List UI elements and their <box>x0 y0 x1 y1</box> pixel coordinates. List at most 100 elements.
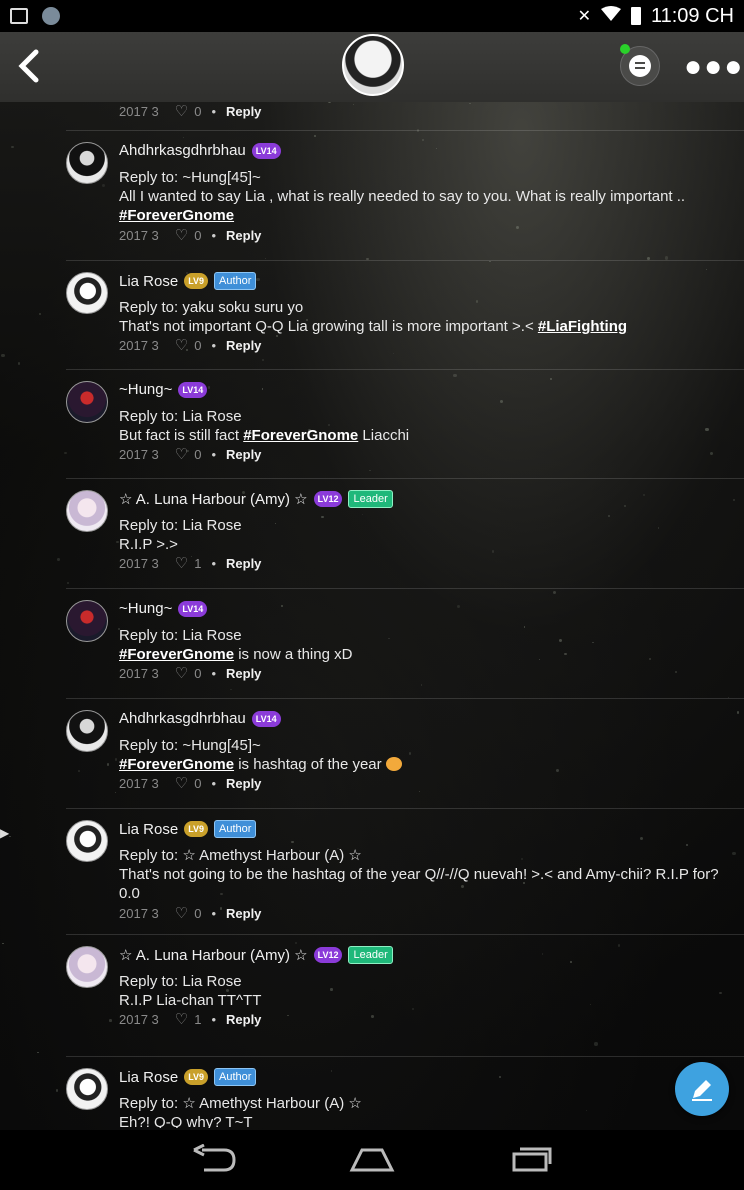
group-avatar[interactable] <box>342 34 404 96</box>
level-badge: LV12 <box>313 947 343 963</box>
username[interactable]: ~Hung~ <box>119 381 172 398</box>
edit-pencil-icon[interactable] <box>675 1062 729 1116</box>
dot-separator: • <box>211 227 217 243</box>
hashtag-link[interactable]: #ForeverGnome <box>119 207 234 224</box>
reply-to-text: Reply to: yaku soku suru yo <box>119 299 304 316</box>
hashtag-link[interactable]: #LiaFighting <box>538 318 627 335</box>
nav-home-icon[interactable] <box>348 1146 396 1179</box>
level-badge: LV9 <box>184 273 209 289</box>
reply-button[interactable]: Reply <box>226 104 261 119</box>
back-arrow-icon[interactable] <box>14 46 48 86</box>
level-badge: LV9 <box>184 1069 209 1085</box>
username[interactable]: Lia Rose <box>119 821 178 838</box>
comment-text: Eh?! Q-Q why? T~T <box>119 1114 253 1128</box>
nav-back-icon[interactable] <box>190 1143 238 1179</box>
user-avatar[interactable] <box>66 946 108 988</box>
more-dots-icon[interactable]: ●●● <box>684 50 744 84</box>
comment-actions: 2017 3 ♡ 0 • Reply <box>119 226 261 244</box>
comment-separator <box>66 130 744 131</box>
like-count: 0 <box>194 337 202 353</box>
comment-text: That's not important Q-Q Lia growing tal… <box>119 318 628 335</box>
heart-icon[interactable]: ♡ <box>175 226 188 244</box>
comment-date: 2017 3 <box>119 103 159 119</box>
comment-separator <box>66 808 744 809</box>
reply-button[interactable]: Reply <box>226 228 261 243</box>
gallery-icon <box>10 8 28 24</box>
comment-actions: 2017 3 ♡ 0 • Reply <box>119 102 261 120</box>
hashtag-link[interactable]: #ForeverGnome <box>243 427 358 444</box>
heart-icon[interactable]: ♡ <box>175 102 188 120</box>
hashtag-link[interactable]: #ForeverGnome <box>119 756 234 773</box>
dot-separator: • <box>211 555 217 571</box>
reply-button[interactable]: Reply <box>226 447 261 462</box>
comment-date: 2017 3 <box>119 555 159 571</box>
heart-icon[interactable]: ♡ <box>175 336 188 354</box>
level-badge: LV14 <box>178 600 208 617</box>
comment-date: 2017 3 <box>119 227 159 243</box>
level-badge: LV14 <box>251 142 281 159</box>
heart-icon[interactable]: ♡ <box>175 774 188 792</box>
comment-feed[interactable]: 2017 3 ♡ 0 • Reply Ahdhrkasgdhrbhau LV14… <box>0 102 744 1128</box>
reply-to-text: Reply to: ☆ Amethyst Harbour (A) ☆ <box>119 1095 362 1112</box>
heart-icon[interactable]: ♡ <box>175 664 188 682</box>
user-avatar[interactable] <box>66 490 108 532</box>
online-indicator <box>620 44 630 54</box>
username[interactable]: Lia Rose <box>119 273 178 290</box>
like-count: 0 <box>194 905 202 921</box>
user-avatar[interactable] <box>66 1068 108 1110</box>
comment-text: All I wanted to say Lia , what is really… <box>119 188 686 224</box>
reply-button[interactable]: Reply <box>226 906 261 921</box>
reply-button[interactable]: Reply <box>226 1012 261 1027</box>
user-avatar[interactable] <box>66 710 108 752</box>
comment-actions: 2017 3 ♡ 0 • Reply <box>119 336 261 354</box>
comment-actions: 2017 3 ♡ 0 • Reply <box>119 774 261 792</box>
reply-button[interactable]: Reply <box>226 666 261 681</box>
comment-date: 2017 3 <box>119 665 159 681</box>
comment-date: 2017 3 <box>119 446 159 462</box>
username[interactable]: ☆ A. Luna Harbour (Amy) ☆ <box>119 946 308 964</box>
like-count: 0 <box>194 446 202 462</box>
comment-text: #ForeverGnome is now a thing xD <box>119 646 353 663</box>
like-count: 0 <box>194 775 202 791</box>
heart-icon[interactable]: ♡ <box>175 445 188 463</box>
comment-date: 2017 3 <box>119 1011 159 1027</box>
user-avatar[interactable] <box>66 820 108 862</box>
username[interactable]: ☆ A. Luna Harbour (Amy) ☆ <box>119 490 308 508</box>
heart-icon[interactable]: ♡ <box>175 904 188 922</box>
comment-separator <box>66 934 744 935</box>
app-header: ●●● <box>0 32 744 102</box>
level-badge: LV12 <box>313 491 343 507</box>
heart-icon[interactable]: ♡ <box>175 554 188 572</box>
comment-actions: 2017 3 ♡ 0 • Reply <box>119 904 261 922</box>
reply-button[interactable]: Reply <box>226 556 261 571</box>
heart-icon[interactable]: ♡ <box>175 1010 188 1028</box>
comment-date: 2017 3 <box>119 905 159 921</box>
comment-separator <box>66 1056 744 1057</box>
username[interactable]: Ahdhrkasgdhrbhau <box>119 142 246 159</box>
status-time: 11:09 CH <box>650 4 734 27</box>
reply-button[interactable]: Reply <box>226 776 261 791</box>
reply-to-text: Reply to: Lia Rose <box>119 517 242 534</box>
user-avatar[interactable] <box>66 381 108 423</box>
comment-text: But fact is still fact #ForeverGnome Lia… <box>119 427 410 444</box>
comment-actions: 2017 3 ♡ 1 • Reply <box>119 554 261 572</box>
username[interactable]: Lia Rose <box>119 1069 178 1086</box>
hashtag-link[interactable]: #ForeverGnome <box>119 646 234 663</box>
comment-text: R.I.P >.> <box>119 536 178 553</box>
role-badge: Author <box>214 272 257 290</box>
nav-recents-icon[interactable] <box>510 1144 554 1179</box>
comment-actions: 2017 3 ♡ 0 • Reply <box>119 445 261 463</box>
reply-to-text: Reply to: Lia Rose <box>119 973 242 990</box>
reply-to-text: Reply to: ~Hung[45]~ <box>119 169 261 186</box>
user-avatar[interactable] <box>66 600 108 642</box>
reply-button[interactable]: Reply <box>226 338 261 353</box>
user-avatar[interactable] <box>66 142 108 184</box>
username[interactable]: ~Hung~ <box>119 600 172 617</box>
comment-separator <box>66 369 744 370</box>
like-count: 0 <box>194 227 202 243</box>
reply-to-text: Reply to: Lia Rose <box>119 408 242 425</box>
like-count: 1 <box>194 555 202 571</box>
level-badge: LV14 <box>178 381 208 398</box>
username[interactable]: Ahdhrkasgdhrbhau <box>119 710 246 727</box>
user-avatar[interactable] <box>66 272 108 314</box>
